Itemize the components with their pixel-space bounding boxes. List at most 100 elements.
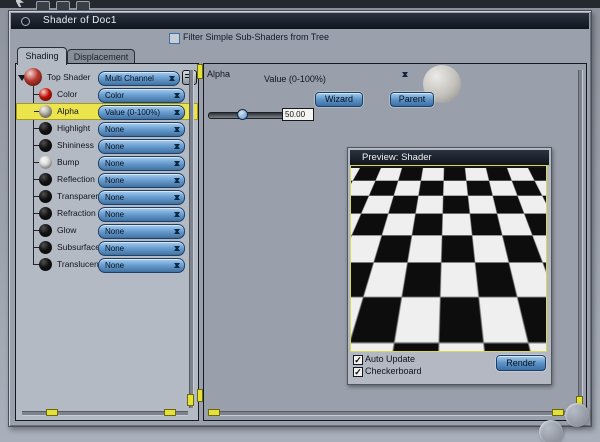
window-title: Shader of Doc1 <box>43 15 117 26</box>
shader-detail-panel: Alpha Value (0-100%) Wizard Parent Previ… <box>203 63 587 421</box>
tab-shading[interactable]: Shading <box>17 47 67 65</box>
chevron-updown-icon <box>173 159 181 168</box>
tree-row-refraction[interactable]: Refraction None <box>16 205 198 222</box>
tree-vscroll-thumb[interactable] <box>187 394 194 406</box>
tree-row-transparency[interactable]: Transparency None <box>16 188 198 205</box>
tree-row-alpha[interactable]: Alpha Value (0-100%) <box>16 103 198 120</box>
shader-type-dropdown[interactable]: Value (0-100%) <box>264 69 414 84</box>
tree-row-translucency[interactable]: Translucency None <box>16 256 198 273</box>
channel-shader-dropdown[interactable]: None <box>98 122 185 137</box>
detail-hscroll-thumb[interactable] <box>552 409 564 416</box>
chevron-updown-icon <box>173 91 181 100</box>
chevron-updown-icon <box>173 261 181 270</box>
channel-sphere-icon <box>39 173 52 186</box>
detail-channel-label: Alpha <box>207 69 231 79</box>
channel-label: Bump <box>57 157 80 167</box>
channel-label: Refraction <box>57 208 96 218</box>
value-input[interactable] <box>282 108 314 121</box>
filter-subshaders-checkbox[interactable] <box>169 33 180 44</box>
shader-window: Shader of Doc1 Filter Simple Sub-Shaders… <box>8 10 592 427</box>
panel-splitter-handle[interactable] <box>197 64 203 79</box>
checkerboard-floor <box>351 166 546 168</box>
tree-row-shininess[interactable]: Shininess None <box>16 137 198 154</box>
chevron-updown-icon <box>173 108 181 117</box>
channel-shader-dropdown[interactable]: None <box>98 207 185 222</box>
cursor-tool-icon[interactable] <box>16 0 24 7</box>
shader-type-value: Value (0-100%) <box>264 74 326 84</box>
dropdown-value: Color <box>105 91 125 100</box>
channel-shader-dropdown[interactable]: None <box>98 173 185 188</box>
dropdown-value: None <box>105 125 125 134</box>
preview-title: Preview: Shader <box>362 152 432 163</box>
channel-sphere-icon <box>39 241 52 254</box>
channel-shader-dropdown[interactable]: None <box>98 241 185 256</box>
channel-label: Glow <box>57 225 77 235</box>
preview-titlebar[interactable]: Preview: Shader <box>350 150 549 165</box>
chevron-updown-icon <box>173 244 181 253</box>
detail-hscrollbar[interactable] <box>210 411 574 416</box>
checkerboard-checkbox[interactable]: ✓ <box>353 367 363 377</box>
chevron-updown-icon[interactable] <box>401 70 409 79</box>
channel-shader-dropdown[interactable]: None <box>98 258 185 273</box>
filter-subshaders-label: Filter Simple Sub-Shaders from Tree <box>183 32 330 42</box>
window-button-icon[interactable] <box>21 17 30 26</box>
tree-row-highlight[interactable]: Highlight None <box>16 120 198 137</box>
channel-sphere-icon <box>39 224 52 237</box>
channel-shader-dropdown[interactable]: None <box>98 139 185 154</box>
tree-hscroll-thumb[interactable] <box>46 409 58 416</box>
preview-window: Preview: Shader ✓ Auto Update ✓ Checkerb… <box>347 147 552 385</box>
chevron-updown-icon <box>173 176 181 185</box>
auto-update-label: Auto Update <box>365 354 416 364</box>
channel-label: Highlight <box>57 123 91 133</box>
checkerboard-label: Checkerboard <box>365 366 422 376</box>
channel-shader-dropdown[interactable]: Value (0-100%) <box>98 105 185 120</box>
window-titlebar[interactable]: Shader of Doc1 <box>11 13 589 29</box>
dropdown-value: None <box>105 193 125 202</box>
preview-tool-icon[interactable] <box>354 170 368 182</box>
chevron-updown-icon <box>173 125 181 134</box>
wizard-button[interactable]: Wizard <box>315 92 363 107</box>
detail-vscrollbar[interactable] <box>578 70 583 408</box>
preview-render-image <box>350 165 547 352</box>
tree-vscrollbar[interactable] <box>189 70 194 408</box>
dropdown-value: Multi Channel <box>105 74 154 83</box>
channel-sphere-icon <box>39 88 52 101</box>
channel-shader-dropdown[interactable]: Multi Channel <box>98 71 180 86</box>
tree-row-subsurface-sc[interactable]: Subsurface Sc None <box>16 239 198 256</box>
tree-row-top-shader[interactable]: Top Shader Multi Channel <box>16 68 198 86</box>
channel-label: Top Shader <box>47 72 91 82</box>
resize-grip-icon[interactable] <box>539 420 563 442</box>
channel-shader-dropdown[interactable]: None <box>98 190 185 205</box>
dropdown-value: None <box>105 261 125 270</box>
tree-row-reflection[interactable]: Reflection None <box>16 171 198 188</box>
app-toolbar-fragment <box>0 0 600 12</box>
auto-update-checkbox[interactable]: ✓ <box>353 355 363 365</box>
tree-hscroll-thumb[interactable] <box>164 409 176 416</box>
tree-row-bump[interactable]: Bump None <box>16 154 198 171</box>
channel-sphere-icon <box>39 258 52 271</box>
channel-sphere-icon <box>39 207 52 220</box>
value-slider-handle[interactable] <box>237 109 248 120</box>
dropdown-value: None <box>105 142 125 151</box>
panel-splitter-handle[interactable] <box>197 389 203 402</box>
chevron-updown-icon <box>173 142 181 151</box>
channel-sphere-icon <box>39 139 52 152</box>
channel-shader-dropdown[interactable]: None <box>98 156 185 171</box>
detail-hscroll-thumb[interactable] <box>208 409 220 416</box>
dropdown-value: Value (0-100%) <box>105 108 160 117</box>
channel-label: Color <box>57 89 78 99</box>
channel-shader-dropdown[interactable]: None <box>98 224 185 239</box>
parent-button[interactable]: Parent <box>390 92 434 107</box>
render-button[interactable]: Render <box>496 355 546 371</box>
channel-shader-dropdown[interactable]: Color <box>98 88 185 103</box>
dropdown-value: None <box>105 227 125 236</box>
tree-row-glow[interactable]: Glow None <box>16 222 198 239</box>
channel-label: Shininess <box>57 140 94 150</box>
dropdown-value: None <box>105 176 125 185</box>
tree-row-color[interactable]: Color Color <box>16 86 198 103</box>
resize-grip-icon[interactable] <box>565 403 589 427</box>
chevron-updown-icon <box>168 74 176 83</box>
chevron-updown-icon <box>173 210 181 219</box>
screen: Shader of Doc1 Filter Simple Sub-Shaders… <box>0 0 600 442</box>
channel-label: Alpha <box>57 106 79 116</box>
